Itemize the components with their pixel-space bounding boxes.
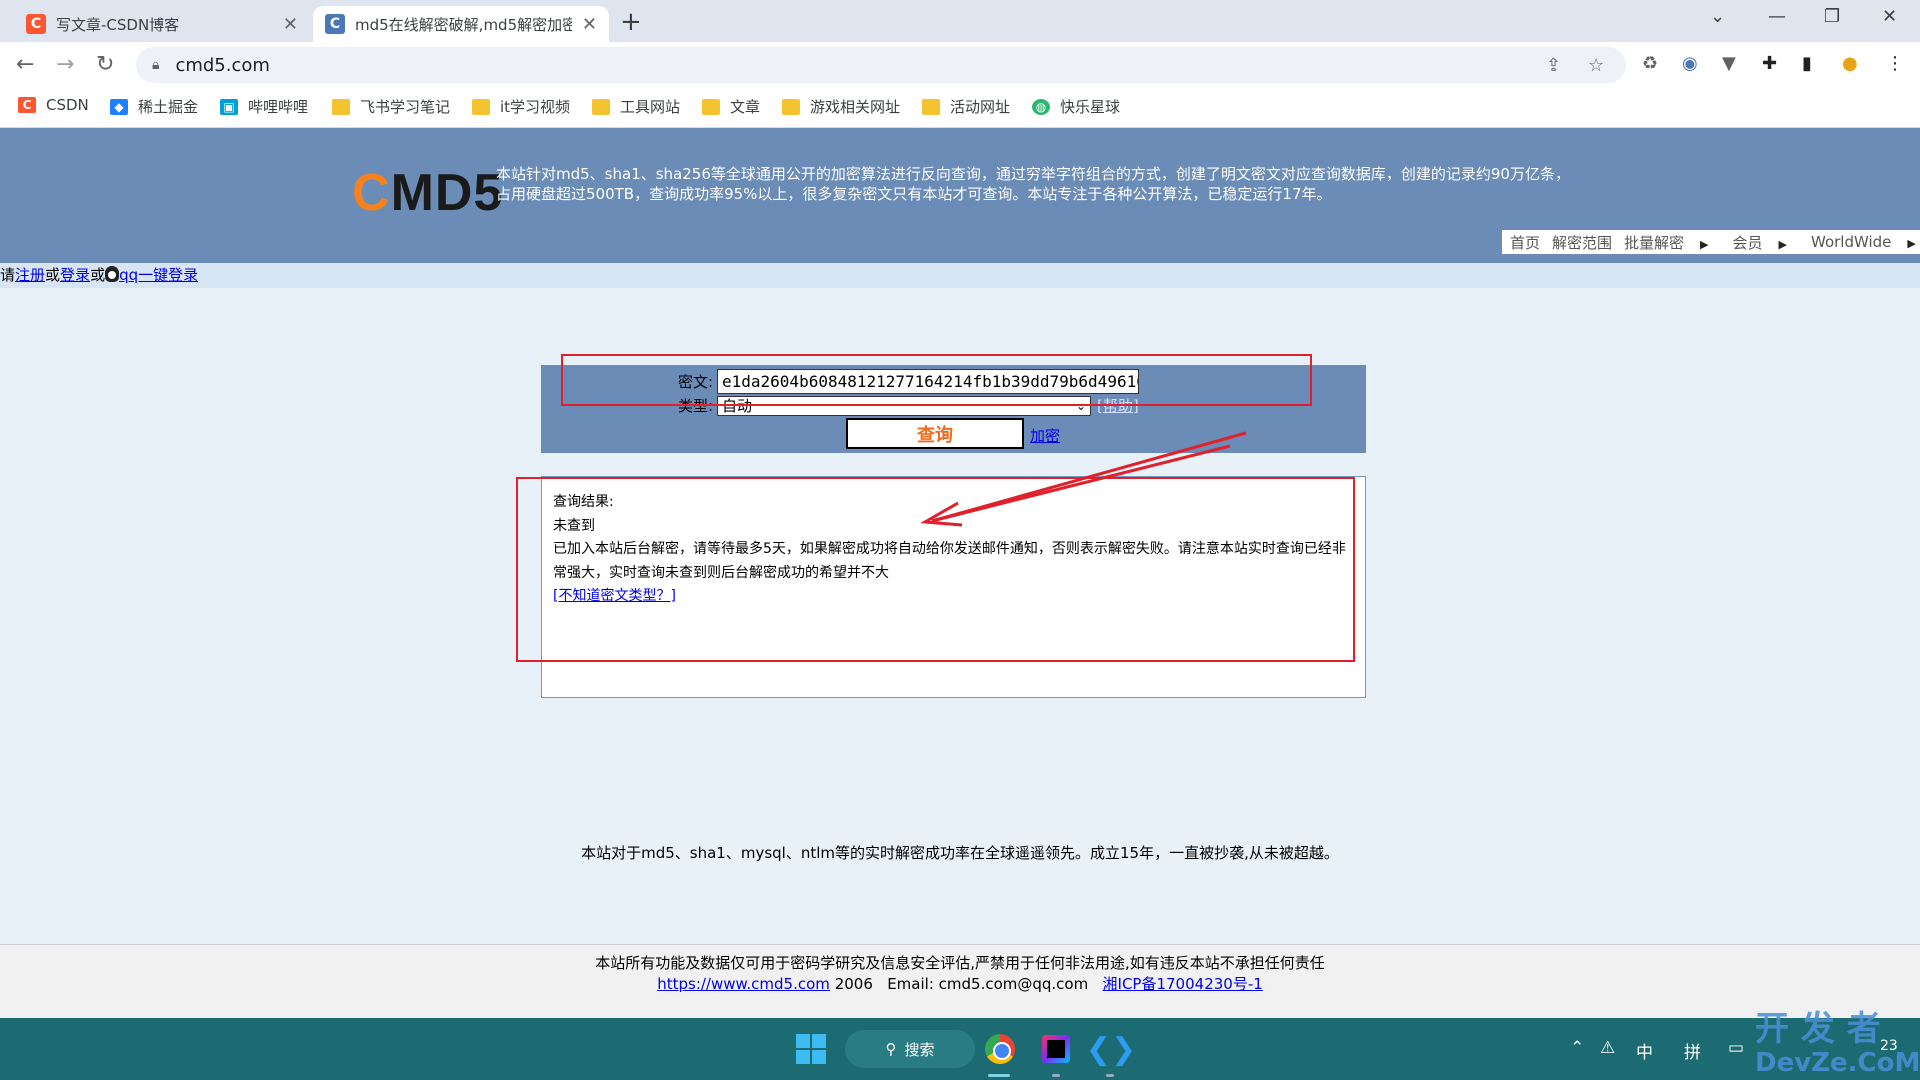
running-app-indicator <box>1052 1074 1060 1077</box>
taskbar-vscode[interactable]: ❮❯ <box>1086 1030 1136 1068</box>
chrome-icon <box>985 1034 1015 1064</box>
windows-taskbar: ⚲ 搜索 ❮❯ ⌃ ⚠ 中 拼 ▭ 23 <box>0 1018 1920 1080</box>
taskbar-intellij[interactable] <box>1036 1030 1076 1068</box>
watermark-line: DevZe.CoM <box>1755 1048 1920 1078</box>
devze-watermark: 开 发 者 DevZe.CoM <box>1755 1012 1920 1080</box>
tray-overflow-chevron-icon[interactable]: ⌃ <box>1570 1038 1584 1058</box>
vscode-icon: ❮❯ <box>1085 1031 1137 1067</box>
search-icon: ⚲ <box>885 1040 897 1058</box>
ime-mode-indicator[interactable]: 拼 <box>1684 1038 1701 1063</box>
intellij-icon <box>1042 1035 1070 1063</box>
active-app-indicator <box>988 1074 1010 1077</box>
display-icon[interactable]: ▭ <box>1728 1038 1744 1058</box>
running-app-indicator <box>1106 1074 1114 1077</box>
watermark-line: 开 发 者 <box>1755 1009 1881 1049</box>
taskbar-search-label: 搜索 <box>904 1040 935 1059</box>
taskbar-search[interactable]: ⚲ 搜索 <box>845 1030 975 1068</box>
windows-logo-icon <box>796 1034 826 1064</box>
network-warning-icon[interactable]: ⚠ <box>1600 1038 1615 1058</box>
annotation-arrow <box>920 431 1247 527</box>
annotation-arrow-line <box>931 444 1231 523</box>
start-button[interactable] <box>795 1030 827 1068</box>
taskbar-chrome[interactable] <box>980 1030 1020 1068</box>
input-language-indicator[interactable]: 中 <box>1636 1038 1653 1063</box>
